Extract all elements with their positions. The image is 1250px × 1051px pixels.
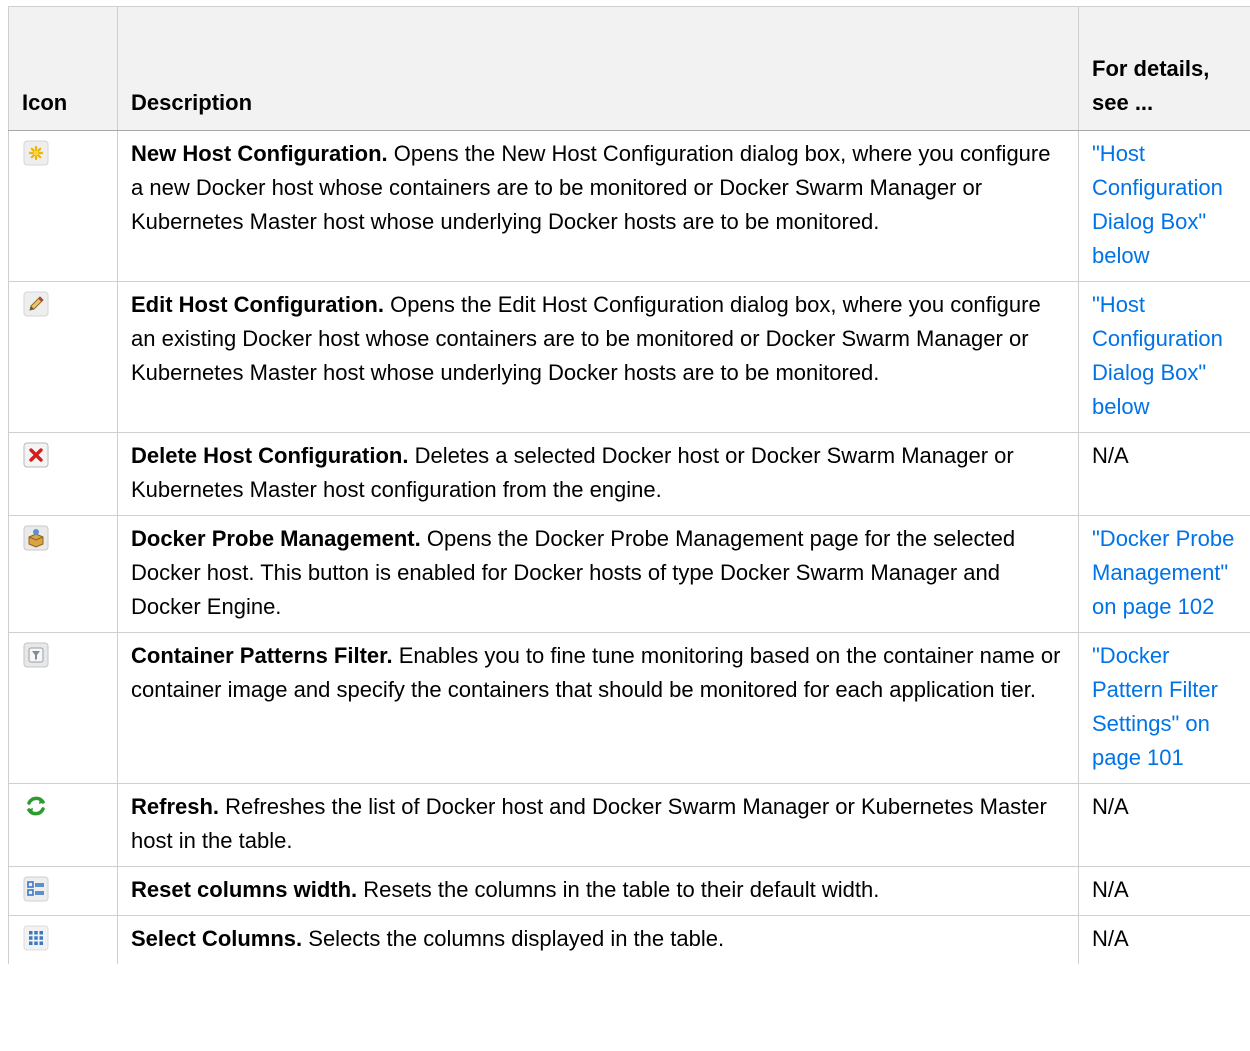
new-host-star-icon xyxy=(23,140,49,166)
icon-cell xyxy=(8,432,118,516)
description-cell: Delete Host Configuration. Deletes a sel… xyxy=(117,432,1079,516)
table-header-row: Icon Description For details, see ... xyxy=(8,6,1250,131)
icon-cell xyxy=(8,632,118,784)
table-row: Delete Host Configuration. Deletes a sel… xyxy=(8,432,1250,516)
details-link[interactable]: "Docker Probe Management" on page 102 xyxy=(1092,522,1240,624)
icon-cell xyxy=(8,130,118,282)
description-cell: Refresh. Refreshes the list of Docker ho… xyxy=(117,783,1079,867)
edit-pencil-icon xyxy=(23,291,49,317)
table-row: Reset columns width. Resets the columns … xyxy=(8,866,1250,916)
feature-title: Edit Host Configuration. xyxy=(131,292,384,317)
description-cell: Reset columns width. Resets the columns … xyxy=(117,866,1079,916)
details-cell: "Docker Pattern Filter Settings" on page… xyxy=(1078,632,1250,784)
description-cell: New Host Configuration. Opens the New Ho… xyxy=(117,130,1079,282)
details-na: N/A xyxy=(1092,926,1129,951)
feature-title: Docker Probe Management. xyxy=(131,526,421,551)
details-cell: N/A xyxy=(1078,866,1250,916)
feature-title: Refresh. xyxy=(131,794,220,819)
icon-cell xyxy=(8,783,118,867)
table-row: Docker Probe Management. Opens the Docke… xyxy=(8,515,1250,633)
icon-cell xyxy=(8,281,118,433)
table-row: Container Patterns Filter. Enables you t… xyxy=(8,632,1250,784)
icon-cell xyxy=(8,515,118,633)
feature-description: Resets the columns in the table to their… xyxy=(357,877,880,902)
delete-x-icon xyxy=(23,442,49,468)
table-row: Edit Host Configuration. Opens the Edit … xyxy=(8,281,1250,433)
details-link[interactable]: "Host Configuration Dialog Box" below xyxy=(1092,137,1240,273)
details-link[interactable]: "Host Configuration Dialog Box" below xyxy=(1092,288,1240,424)
details-na: N/A xyxy=(1092,443,1129,468)
table-row: Select Columns. Selects the columns disp… xyxy=(8,915,1250,964)
icons-reference-table: Icon Description For details, see ... Ne… xyxy=(8,6,1250,964)
description-cell: Select Columns. Selects the columns disp… xyxy=(117,915,1079,964)
details-cell: N/A xyxy=(1078,432,1250,516)
description-cell: Edit Host Configuration. Opens the Edit … xyxy=(117,281,1079,433)
feature-description: Selects the columns displayed in the tab… xyxy=(302,926,725,951)
details-cell: "Host Configuration Dialog Box" below xyxy=(1078,130,1250,282)
header-description: Description xyxy=(117,6,1079,131)
details-cell: "Docker Probe Management" on page 102 xyxy=(1078,515,1250,633)
details-link[interactable]: "Docker Pattern Filter Settings" on page… xyxy=(1092,639,1240,775)
select-columns-grid-icon xyxy=(23,925,49,951)
description-cell: Container Patterns Filter. Enables you t… xyxy=(117,632,1079,784)
feature-title: Reset columns width. xyxy=(131,877,358,902)
feature-title: Delete Host Configuration. xyxy=(131,443,409,468)
table-row: New Host Configuration. Opens the New Ho… xyxy=(8,130,1250,282)
refresh-icon xyxy=(23,793,49,819)
description-cell: Docker Probe Management. Opens the Docke… xyxy=(117,515,1079,633)
details-cell: N/A xyxy=(1078,915,1250,964)
feature-title: Select Columns. xyxy=(131,926,303,951)
header-details: For details, see ... xyxy=(1078,6,1250,131)
feature-description: Refreshes the list of Docker host and Do… xyxy=(131,794,1047,853)
feature-title: Container Patterns Filter. xyxy=(131,643,393,668)
details-cell: N/A xyxy=(1078,783,1250,867)
icon-cell xyxy=(8,915,118,964)
reset-columns-icon xyxy=(23,876,49,902)
filter-icon xyxy=(23,642,49,668)
table-row: Refresh. Refreshes the list of Docker ho… xyxy=(8,783,1250,867)
probe-box-icon xyxy=(23,525,49,551)
details-na: N/A xyxy=(1092,877,1129,902)
header-icon: Icon xyxy=(8,6,118,131)
icon-cell xyxy=(8,866,118,916)
feature-title: New Host Configuration. xyxy=(131,141,388,166)
details-na: N/A xyxy=(1092,794,1129,819)
details-cell: "Host Configuration Dialog Box" below xyxy=(1078,281,1250,433)
